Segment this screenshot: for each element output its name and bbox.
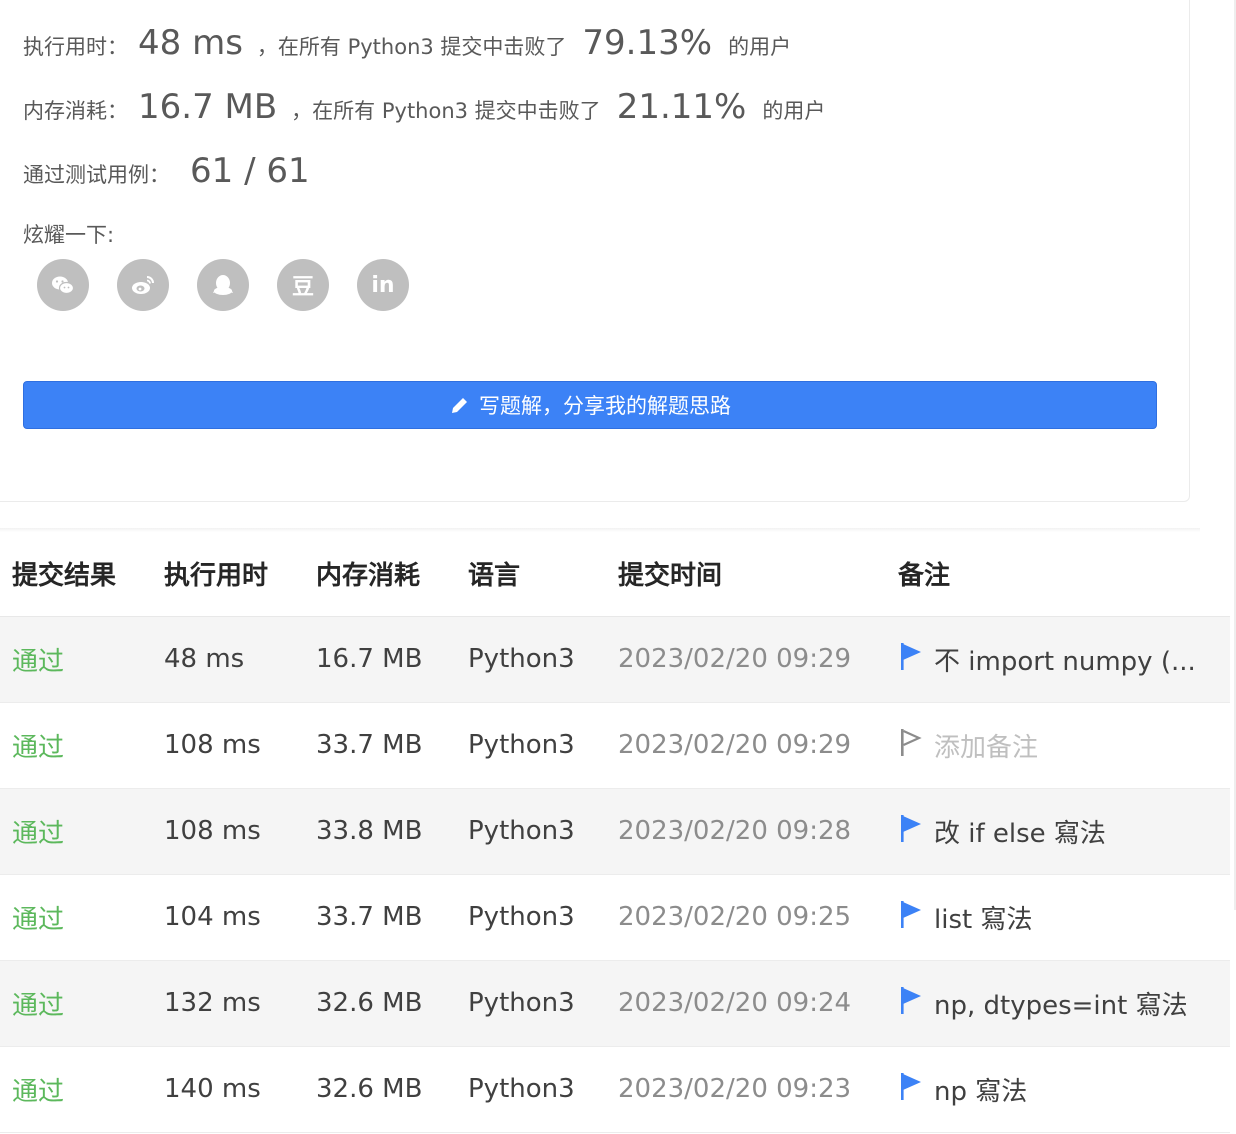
status-cell[interactable]: 通过 xyxy=(0,1046,152,1133)
header-runtime: 执行用时 xyxy=(152,532,304,617)
submissions-table: 提交结果 执行用时 内存消耗 语言 提交时间 备注 通过 48 ms 16.7 MB… xyxy=(0,532,1230,1133)
pencil-icon xyxy=(452,396,469,413)
status-cell[interactable]: 通过 xyxy=(0,616,152,703)
flag-icon[interactable] xyxy=(898,813,924,850)
status-cell[interactable]: 通过 xyxy=(0,960,152,1047)
flag-icon[interactable] xyxy=(898,899,924,936)
memory-label: 内存消耗： xyxy=(23,99,128,123)
share-icons: 豆 in xyxy=(37,259,409,311)
memory-cell: 33.7 MB xyxy=(304,702,456,789)
language-cell: Python3 xyxy=(456,616,606,703)
memory-percent: 21.11% xyxy=(616,87,747,127)
header-submit-time: 提交时间 xyxy=(606,532,886,617)
language-cell: Python3 xyxy=(456,874,606,961)
memory-cell: 32.6 MB xyxy=(304,1046,456,1133)
qq-icon[interactable] xyxy=(197,259,249,311)
status-cell[interactable]: 通过 xyxy=(0,788,152,875)
memory-cell: 33.7 MB xyxy=(304,874,456,961)
header-memory: 内存消耗 xyxy=(304,532,456,617)
table-row: 通过 108 ms 33.7 MB Python3 2023/02/20 09:29 添加… xyxy=(0,702,1230,789)
note-text[interactable]: 添加备注 xyxy=(934,727,1038,764)
submit-time-cell: 2023/02/20 09:28 xyxy=(606,788,886,875)
share-label: 炫耀一下: xyxy=(23,223,115,247)
submit-time-cell: 2023/02/20 09:29 xyxy=(606,616,886,703)
runtime-value: 48 ms xyxy=(138,23,243,63)
tests-value: 61 / 61 xyxy=(190,151,310,191)
flag-icon[interactable] xyxy=(898,727,924,764)
memory-cell: 16.7 MB xyxy=(304,616,456,703)
submit-time-cell: 2023/02/20 09:24 xyxy=(606,960,886,1047)
runtime-cell: 104 ms xyxy=(152,874,304,961)
runtime-row: 执行用时： 48 ms ，在所有 Python3 提交中击败了 79.13% 的… xyxy=(23,23,791,63)
douban-icon[interactable]: 豆 xyxy=(277,259,329,311)
note-cell[interactable]: 改 if else 寫法 xyxy=(886,788,1230,875)
submit-time-cell: 2023/02/20 09:29 xyxy=(606,702,886,789)
submit-time-cell: 2023/02/20 09:25 xyxy=(606,874,886,961)
note-cell[interactable]: 添加备注 xyxy=(886,702,1230,789)
note-cell[interactable]: list 寫法 xyxy=(886,874,1230,961)
language-cell: Python3 xyxy=(456,702,606,789)
memory-beat-text: ，在所有 Python3 提交中击败了 xyxy=(291,99,601,123)
note-text[interactable]: list 寫法 xyxy=(934,899,1032,936)
table-row: 通过 108 ms 33.8 MB Python3 2023/02/20 09:28 改 … xyxy=(0,788,1230,875)
write-solution-label: 写题解，分享我的解题思路 xyxy=(479,394,731,418)
submit-time-cell: 2023/02/20 09:23 xyxy=(606,1046,886,1133)
language-cell: Python3 xyxy=(456,1046,606,1133)
memory-suffix: 的用户 xyxy=(762,99,826,123)
table-header-row: 提交结果 执行用时 内存消耗 语言 提交时间 备注 xyxy=(0,532,1230,617)
runtime-cell: 48 ms xyxy=(152,616,304,703)
note-cell[interactable]: np, dtypes=int 寫法 xyxy=(886,960,1230,1047)
write-solution-button[interactable]: 写题解，分享我的解题思路 xyxy=(23,381,1157,429)
runtime-cell: 132 ms xyxy=(152,960,304,1047)
wechat-icon[interactable] xyxy=(37,259,89,311)
table-row: 通过 140 ms 32.6 MB Python3 2023/02/20 09:23 np… xyxy=(0,1046,1230,1133)
note-cell[interactable]: 不 import numpy (... xyxy=(886,616,1230,703)
memory-row: 内存消耗： 16.7 MB ，在所有 Python3 提交中击败了 21.11%… xyxy=(23,87,825,127)
table-row: 通过 48 ms 16.7 MB Python3 2023/02/20 09:29 不 i… xyxy=(0,616,1230,703)
flag-icon[interactable] xyxy=(898,641,924,678)
runtime-label: 执行用时： xyxy=(23,35,128,59)
header-note: 备注 xyxy=(886,532,1230,617)
table-row: 通过 104 ms 33.7 MB Python3 2023/02/20 09:25 li… xyxy=(0,874,1230,961)
note-text[interactable]: 改 if else 寫法 xyxy=(934,813,1106,850)
header-status: 提交结果 xyxy=(0,532,152,617)
language-cell: Python3 xyxy=(456,960,606,1047)
memory-value: 16.7 MB xyxy=(138,87,278,127)
runtime-cell: 108 ms xyxy=(152,788,304,875)
runtime-beat-text: ，在所有 Python3 提交中击败了 xyxy=(256,35,567,59)
status-cell[interactable]: 通过 xyxy=(0,702,152,789)
runtime-percent: 79.13% xyxy=(582,23,713,63)
tests-label: 通过测试用例： xyxy=(23,163,170,187)
status-cell[interactable]: 通过 xyxy=(0,874,152,961)
runtime-suffix: 的用户 xyxy=(728,35,792,59)
note-text[interactable]: np, dtypes=int 寫法 xyxy=(934,985,1188,1022)
linkedin-icon[interactable]: in xyxy=(357,259,409,311)
runtime-cell: 140 ms xyxy=(152,1046,304,1133)
header-language: 语言 xyxy=(456,532,606,617)
tests-row: 通过测试用例： 61 / 61 xyxy=(23,151,324,191)
language-cell: Python3 xyxy=(456,788,606,875)
memory-cell: 32.6 MB xyxy=(304,960,456,1047)
flag-icon[interactable] xyxy=(898,985,924,1022)
memory-cell: 33.8 MB xyxy=(304,788,456,875)
weibo-icon[interactable] xyxy=(117,259,169,311)
note-text[interactable]: np 寫法 xyxy=(934,1071,1027,1108)
result-card: 执行用时： 48 ms ，在所有 Python3 提交中击败了 79.13% 的… xyxy=(0,0,1190,502)
flag-icon[interactable] xyxy=(898,1071,924,1108)
note-cell[interactable]: np 寫法 xyxy=(886,1046,1230,1133)
runtime-cell: 108 ms xyxy=(152,702,304,789)
note-text[interactable]: 不 import numpy (... xyxy=(934,641,1196,678)
table-row: 通过 132 ms 32.6 MB Python3 2023/02/20 09:24 np… xyxy=(0,960,1230,1047)
